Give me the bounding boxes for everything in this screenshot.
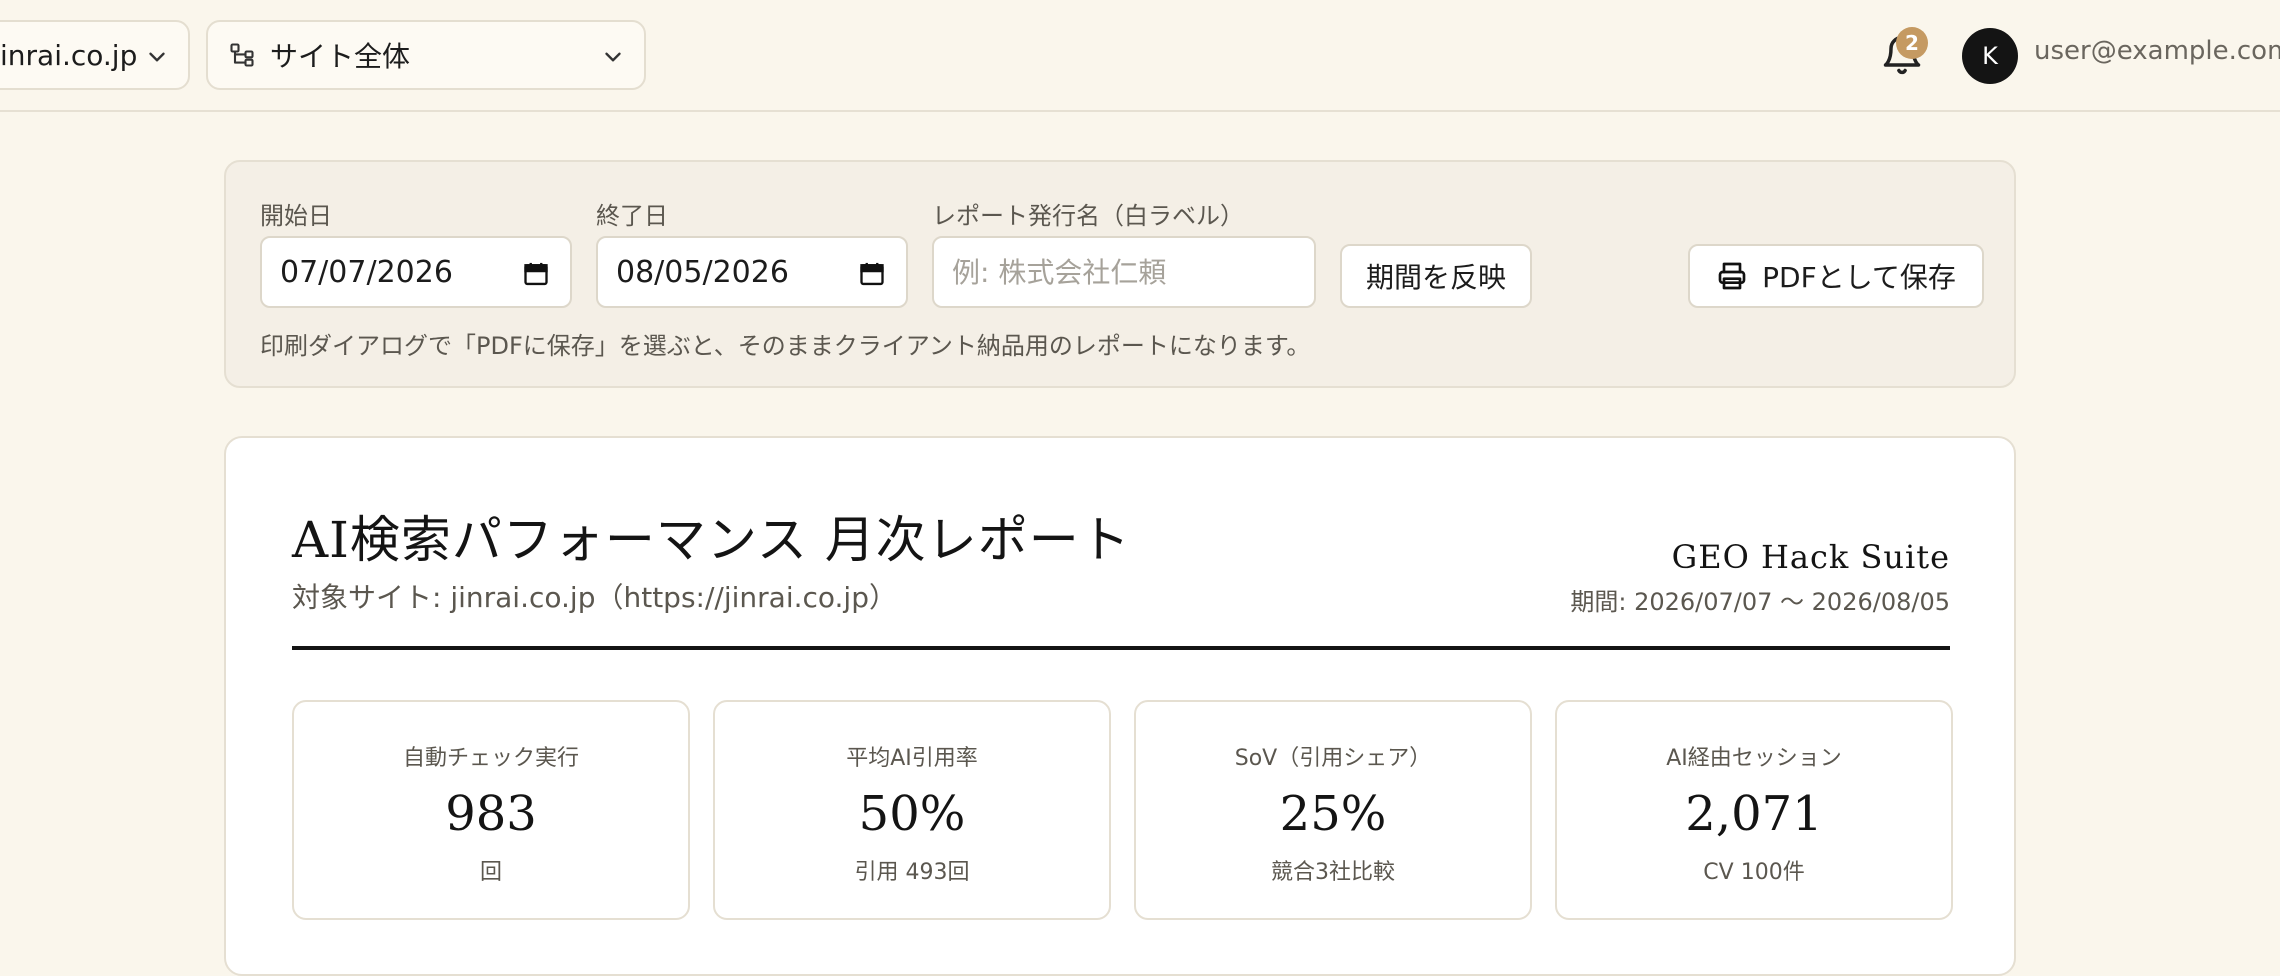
chevron-down-icon (605, 52, 621, 62)
start-date-label: 開始日 (260, 202, 332, 230)
issuer-name-label: レポート発行名（白ラベル） (932, 202, 1244, 230)
site-select[interactable]: inrai.co.jp (0, 20, 190, 90)
kpi-value: 25% (1279, 786, 1387, 842)
kpi-label: 自動チェック実行 (402, 746, 579, 771)
end-date-input[interactable]: 08/05/2026 (596, 236, 908, 308)
brand-name: GEO Hack Suite (1671, 538, 1950, 576)
kpi-label: AI経由セッション (1666, 746, 1842, 771)
apply-period-button[interactable]: 期間を反映 (1340, 244, 1532, 308)
scope-select[interactable]: サイト全体 (206, 20, 646, 90)
kpi-note: CV 100件 (1703, 860, 1805, 885)
end-date-value: 08/05/2026 (616, 254, 789, 290)
kpi-label: SoV（引用シェア） (1234, 746, 1432, 771)
report-title: AI検索パフォーマンス 月次レポート (292, 511, 1131, 569)
site-select-value: inrai.co.jp (0, 38, 138, 72)
calendar-icon[interactable] (522, 260, 550, 288)
top-bar: inrai.co.jp サイト全体 2 K user@example.com (0, 0, 2280, 112)
kpi-note: 引用 493回 (854, 860, 970, 885)
issuer-name-input[interactable] (932, 236, 1316, 308)
report-target-site: 対象サイト: jinrai.co.jp（https://jinrai.co.jp… (292, 581, 897, 614)
printer-icon (1718, 262, 1746, 290)
calendar-icon[interactable] (858, 260, 886, 288)
end-date-label: 終了日 (596, 202, 668, 230)
apply-period-label: 期間を反映 (1365, 261, 1506, 294)
chevron-down-icon (149, 52, 165, 62)
kpi-note: 競合3社比較 (1271, 860, 1395, 885)
kpi-card-sov: SoV（引用シェア） 25% 競合3社比較 (1134, 700, 1532, 920)
report-controls-panel: 開始日 07/07/2026 終了日 08/05/2026 レポート発行名（白ラ… (224, 160, 2016, 388)
title-divider (292, 646, 1950, 650)
scope-select-value: サイト全体 (270, 40, 411, 73)
kpi-card-ai-sessions: AI経由セッション 2,071 CV 100件 (1555, 700, 1953, 920)
kpi-value: 2,071 (1685, 786, 1823, 842)
kpi-value: 50% (858, 786, 966, 842)
report-card: AI検索パフォーマンス 月次レポート 対象サイト: jinrai.co.jp（h… (224, 436, 2016, 976)
kpi-card-citation-rate: 平均AI引用率 50% 引用 493回 (713, 700, 1111, 920)
avatar[interactable]: K (1962, 28, 2018, 84)
user-email[interactable]: user@example.com (2034, 36, 2280, 66)
start-date-value: 07/07/2026 (280, 254, 453, 290)
save-pdf-button[interactable]: PDFとして保存 (1688, 244, 1984, 308)
save-pdf-label: PDFとして保存 (1762, 261, 1956, 294)
kpi-card-checks: 自動チェック実行 983 回 (292, 700, 690, 920)
notification-badge: 2 (1896, 27, 1928, 59)
report-period: 期間: 2026/07/07 〜 2026/08/05 (1570, 588, 1950, 616)
kpi-value: 983 (445, 786, 537, 842)
sitemap-icon (230, 43, 254, 67)
print-hint: 印刷ダイアログで「PDFに保存」を選ぶと、そのままクライアント納品用のレポートに… (260, 332, 1311, 360)
kpi-note: 回 (479, 860, 502, 885)
start-date-input[interactable]: 07/07/2026 (260, 236, 572, 308)
kpi-label: 平均AI引用率 (846, 746, 978, 771)
